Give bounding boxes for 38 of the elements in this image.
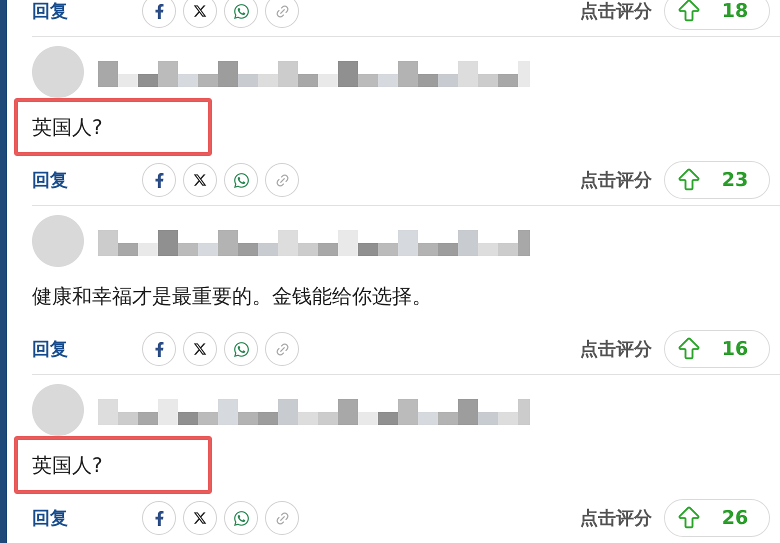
upvote-button[interactable]: 26 (664, 499, 770, 537)
reply-link[interactable]: 回复 (32, 166, 142, 194)
facebook-share-button[interactable] (142, 332, 176, 366)
upvote-button[interactable]: 18 (664, 0, 770, 30)
upvote-button[interactable]: 16 (664, 330, 770, 368)
whatsapp-icon (232, 510, 250, 526)
comment-text: 健康和幸福才是最重要的。金钱能给你选择。 (32, 283, 432, 310)
rating-label: 点击评分 (580, 0, 652, 24)
rating-label: 点击评分 (580, 168, 652, 192)
comment-text: 英国人? (32, 452, 103, 479)
whatsapp-icon (232, 172, 250, 188)
facebook-share-button[interactable] (142, 501, 176, 535)
x-share-button[interactable] (183, 501, 217, 535)
whatsapp-share-button[interactable] (224, 0, 258, 28)
whatsapp-icon (232, 340, 250, 358)
whatsapp-icon (232, 2, 250, 20)
facebook-share-button[interactable] (142, 0, 176, 28)
x-share-button[interactable] (183, 163, 217, 197)
reply-link[interactable]: 回复 (32, 504, 142, 532)
avatar (32, 46, 84, 98)
whatsapp-share-button[interactable] (224, 332, 258, 366)
rating-label: 点击评分 (580, 506, 652, 530)
comment-text: 英国人? (32, 114, 103, 141)
x-icon (193, 173, 207, 187)
upvote-button[interactable]: 23 (664, 161, 770, 199)
x-icon (193, 4, 207, 18)
avatar (32, 215, 84, 267)
avatar (32, 384, 84, 436)
x-share-button[interactable] (183, 0, 217, 28)
whatsapp-share-button[interactable] (224, 163, 258, 197)
whatsapp-share-button[interactable] (224, 501, 258, 535)
x-share-button[interactable] (183, 332, 217, 366)
rating-label: 点击评分 (580, 338, 652, 362)
x-icon (193, 342, 207, 356)
reply-link[interactable]: 回复 (32, 0, 142, 24)
facebook-share-button[interactable] (142, 163, 176, 197)
x-icon (193, 511, 207, 525)
reply-link[interactable]: 回复 (32, 336, 142, 362)
